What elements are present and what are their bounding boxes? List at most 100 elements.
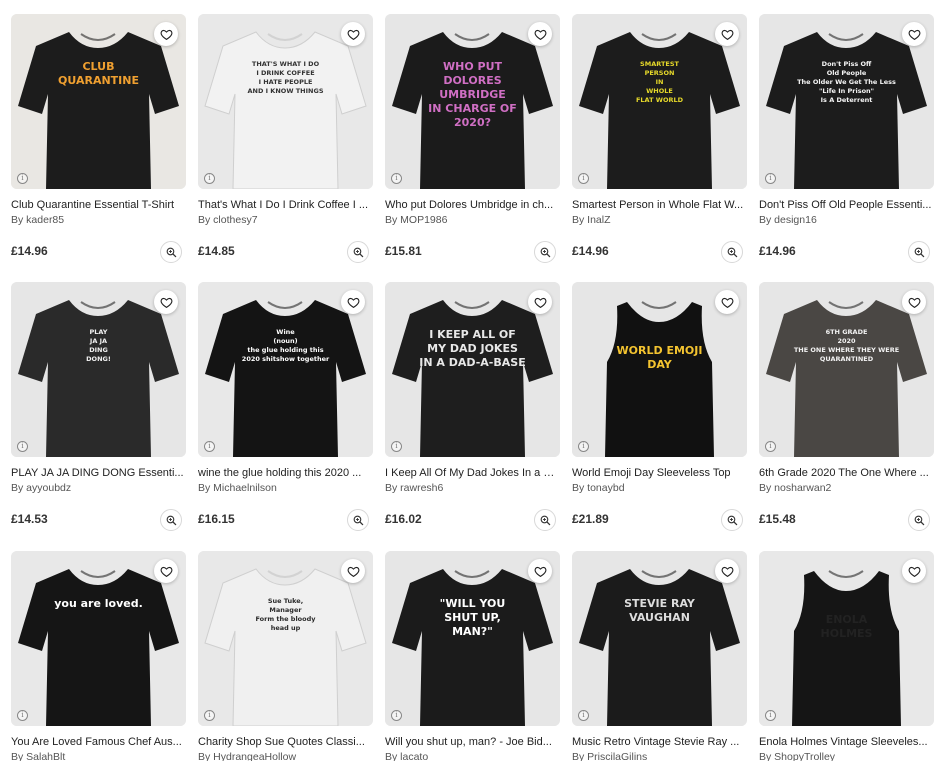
product-card[interactable]: WHO PUT DOLORES UMBRIDGE IN CHARGE OF 2020…	[385, 14, 560, 263]
product-artist[interactable]: By ayyoubdz	[11, 481, 186, 495]
product-card[interactable]: Wine (noun) the glue holding this 2020 shit…	[198, 282, 373, 531]
info-icon[interactable]: i	[204, 710, 215, 721]
product-image[interactable]: WORLD EMOJI DAY i	[572, 282, 747, 457]
product-card[interactable]: you are loved. i You Are Loved Famous Ch…	[11, 551, 186, 761]
info-icon[interactable]: i	[391, 173, 402, 184]
product-card[interactable]: CLUB QUARANTINE i Club Quarantine Essenti…	[11, 14, 186, 263]
quick-view-button[interactable]	[160, 509, 182, 531]
product-artist[interactable]: By design16	[759, 213, 934, 227]
quick-view-button[interactable]	[534, 509, 556, 531]
product-title[interactable]: Club Quarantine Essential T-Shirt	[11, 198, 186, 212]
info-icon[interactable]: i	[765, 441, 776, 452]
product-artist[interactable]: By PriscilaGilins	[572, 750, 747, 761]
favorite-button[interactable]	[715, 559, 739, 583]
quick-view-button[interactable]	[721, 241, 743, 263]
product-title[interactable]: Charity Shop Sue Quotes Classi...	[198, 735, 373, 749]
info-icon[interactable]: i	[578, 710, 589, 721]
favorite-button[interactable]	[902, 559, 926, 583]
favorite-button[interactable]	[154, 22, 178, 46]
product-card[interactable]: PLAY JA JA DING DONG! i PLAY JA JA DING DON…	[11, 282, 186, 531]
product-artist[interactable]: By HydrangeaHollow	[198, 750, 373, 761]
product-image[interactable]: "WILL YOU SHUT UP, MAN?" i	[385, 551, 560, 726]
product-title[interactable]: Will you shut up, man? - Joe Bid...	[385, 735, 560, 749]
product-card[interactable]: "WILL YOU SHUT UP, MAN?" i Will you shut u…	[385, 551, 560, 761]
favorite-button[interactable]	[715, 290, 739, 314]
info-icon[interactable]: i	[204, 173, 215, 184]
product-image[interactable]: CLUB QUARANTINE i	[11, 14, 186, 189]
product-image[interactable]: SMARTEST PERSON IN WHOLE FLAT WORLD i	[572, 14, 747, 189]
product-image[interactable]: Sue Tuke, Manager Form the bloody head up i	[198, 551, 373, 726]
favorite-button[interactable]	[341, 22, 365, 46]
favorite-button[interactable]	[341, 559, 365, 583]
favorite-button[interactable]	[154, 559, 178, 583]
favorite-button[interactable]	[154, 290, 178, 314]
favorite-button[interactable]	[528, 22, 552, 46]
product-title[interactable]: You Are Loved Famous Chef Aus...	[11, 735, 186, 749]
product-card[interactable]: THAT'S WHAT I DO I DRINK COFFEE I HATE PEO…	[198, 14, 373, 263]
product-title[interactable]: Enola Holmes Vintage Sleeveles...	[759, 735, 934, 749]
product-card[interactable]: I KEEP ALL OF MY DAD JOKES IN A DAD-A-BASE…	[385, 282, 560, 531]
product-card[interactable]: Don't Piss Off Old People The Older We Get…	[759, 14, 934, 263]
product-image[interactable]: Don't Piss Off Old People The Older We Get…	[759, 14, 934, 189]
product-card[interactable]: Sue Tuke, Manager Form the bloody head up i…	[198, 551, 373, 761]
quick-view-button[interactable]	[908, 509, 930, 531]
product-card[interactable]: SMARTEST PERSON IN WHOLE FLAT WORLD i Smarte…	[572, 14, 747, 263]
product-title[interactable]: wine the glue holding this 2020 ...	[198, 466, 373, 480]
info-icon[interactable]: i	[765, 173, 776, 184]
product-image[interactable]: 6TH GRADE 2020 THE ONE WHERE THEY WERE QUAR…	[759, 282, 934, 457]
quick-view-button[interactable]	[534, 241, 556, 263]
info-icon[interactable]: i	[204, 441, 215, 452]
product-image[interactable]: I KEEP ALL OF MY DAD JOKES IN A DAD-A-BASE…	[385, 282, 560, 457]
quick-view-button[interactable]	[721, 509, 743, 531]
quick-view-button[interactable]	[160, 241, 182, 263]
favorite-button[interactable]	[341, 290, 365, 314]
quick-view-button[interactable]	[347, 509, 369, 531]
product-artist[interactable]: By clothesy7	[198, 213, 373, 227]
product-artist[interactable]: By lacato	[385, 750, 560, 761]
product-title[interactable]: 6th Grade 2020 The One Where ...	[759, 466, 934, 480]
product-artist[interactable]: By nosharwan2	[759, 481, 934, 495]
product-artist[interactable]: By Michaelnilson	[198, 481, 373, 495]
favorite-button[interactable]	[902, 290, 926, 314]
favorite-button[interactable]	[528, 559, 552, 583]
quick-view-button[interactable]	[347, 241, 369, 263]
product-image[interactable]: you are loved. i	[11, 551, 186, 726]
product-title[interactable]: Music Retro Vintage Stevie Ray ...	[572, 735, 747, 749]
product-card[interactable]: WORLD EMOJI DAY i World Emoji Day Sleeve…	[572, 282, 747, 531]
info-icon[interactable]: i	[17, 710, 28, 721]
quick-view-button[interactable]	[908, 241, 930, 263]
product-title[interactable]: Who put Dolores Umbridge in ch...	[385, 198, 560, 212]
product-artist[interactable]: By SalahBlt	[11, 750, 186, 761]
product-card[interactable]: ENOLA HOLMES i Enola Holmes Vintage Sleev…	[759, 551, 934, 761]
info-icon[interactable]: i	[391, 441, 402, 452]
product-artist[interactable]: By ShopyTrolley	[759, 750, 934, 761]
product-artist[interactable]: By InalZ	[572, 213, 747, 227]
info-icon[interactable]: i	[578, 441, 589, 452]
product-title[interactable]: Don't Piss Off Old People Essenti...	[759, 198, 934, 212]
product-image[interactable]: ENOLA HOLMES i	[759, 551, 934, 726]
info-icon[interactable]: i	[765, 710, 776, 721]
info-icon[interactable]: i	[578, 173, 589, 184]
favorite-button[interactable]	[715, 22, 739, 46]
info-icon[interactable]: i	[391, 710, 402, 721]
product-card[interactable]: STEVIE RAY VAUGHAN i Music Retro Vintage…	[572, 551, 747, 761]
product-artist[interactable]: By kader85	[11, 213, 186, 227]
product-artist[interactable]: By rawresh6	[385, 481, 560, 495]
favorite-button[interactable]	[902, 22, 926, 46]
product-card[interactable]: 6TH GRADE 2020 THE ONE WHERE THEY WERE QUAR…	[759, 282, 934, 531]
product-title[interactable]: Smartest Person in Whole Flat W...	[572, 198, 747, 212]
favorite-button[interactable]	[528, 290, 552, 314]
product-image[interactable]: PLAY JA JA DING DONG! i	[11, 282, 186, 457]
product-title[interactable]: World Emoji Day Sleeveless Top	[572, 466, 747, 480]
product-artist[interactable]: By tonaybd	[572, 481, 747, 495]
info-icon[interactable]: i	[17, 173, 28, 184]
product-image[interactable]: Wine (noun) the glue holding this 2020 shit…	[198, 282, 373, 457]
product-title[interactable]: PLAY JA JA DING DONG Essenti...	[11, 466, 186, 480]
product-image[interactable]: WHO PUT DOLORES UMBRIDGE IN CHARGE OF 2020…	[385, 14, 560, 189]
info-icon[interactable]: i	[17, 441, 28, 452]
product-artist[interactable]: By MOP1986	[385, 213, 560, 227]
product-title[interactable]: That's What I Do I Drink Coffee I ...	[198, 198, 373, 212]
product-title[interactable]: I Keep All Of My Dad Jokes In a D...	[385, 466, 560, 480]
product-image[interactable]: STEVIE RAY VAUGHAN i	[572, 551, 747, 726]
product-image[interactable]: THAT'S WHAT I DO I DRINK COFFEE I HATE PEO…	[198, 14, 373, 189]
